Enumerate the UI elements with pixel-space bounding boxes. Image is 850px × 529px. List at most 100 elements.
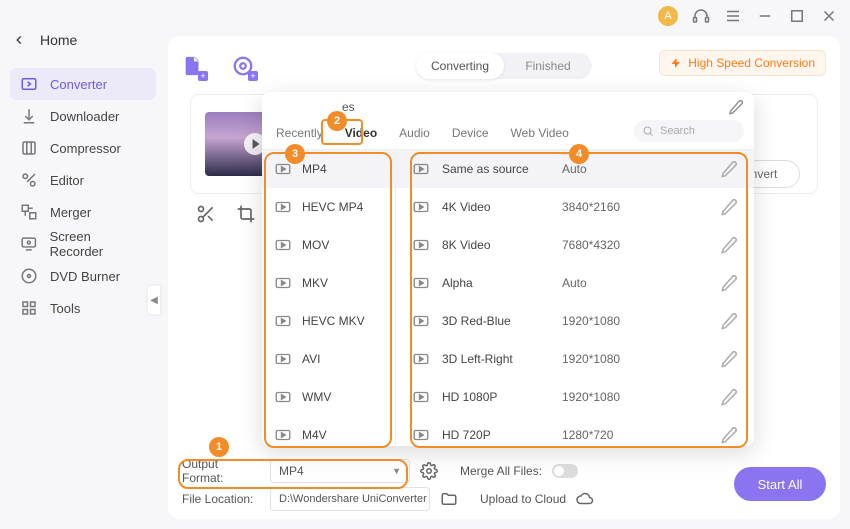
resolution-name: Alpha [442, 276, 562, 290]
edit-name-icon[interactable] [728, 99, 744, 115]
format-item[interactable]: AVI [262, 340, 395, 378]
resolution-list: Same as sourceAuto4K Video3840*21608K Vi… [396, 150, 754, 446]
file-location-select[interactable]: D:\Wondershare UniConverter 1 ▼ [270, 487, 430, 511]
edit-resolution-icon[interactable] [720, 160, 738, 178]
format-list: MP4HEVC MP4MOV MKV HEVC MKVAVI WMV M4V [262, 150, 396, 446]
search-placeholder: Search [660, 125, 695, 137]
format-label: WMV [302, 390, 331, 404]
resolution-item[interactable]: AlphaAuto [396, 264, 754, 302]
start-all-button[interactable]: Start All [734, 467, 826, 501]
format-item[interactable]: HEVC MP4 [262, 188, 395, 226]
resolution-name: 3D Red-Blue [442, 314, 562, 328]
merge-toggle[interactable] [552, 464, 578, 478]
resolution-dim: 1280*720 [562, 428, 720, 442]
bolt-icon [670, 57, 682, 69]
resolution-name: 8K Video [442, 238, 562, 252]
popover-title-fragment: es [342, 100, 355, 114]
format-item[interactable]: HEVC MKV [262, 302, 395, 340]
editor-icon [20, 171, 38, 189]
tab-audio[interactable]: Audio [397, 126, 432, 140]
resolution-icon [412, 350, 430, 368]
resolution-dim: 3840*2160 [562, 200, 720, 214]
sidebar-item-label: Compressor [50, 141, 121, 156]
sidebar-item-tools[interactable]: Tools [10, 292, 156, 324]
sidebar-item-dvd-burner[interactable]: DVD Burner [10, 260, 156, 292]
tab-recently[interactable]: Recently [274, 126, 325, 140]
format-item[interactable]: MP4 [262, 150, 395, 188]
crop-icon[interactable] [236, 204, 256, 224]
sidebar-item-downloader[interactable]: Downloader [10, 100, 156, 132]
sidebar-item-label: Downloader [50, 109, 119, 124]
format-icon [274, 274, 292, 292]
output-format-label: Output Format: [182, 457, 260, 485]
format-icon [274, 198, 292, 216]
sidebar-item-compressor[interactable]: Compressor [10, 132, 156, 164]
resolution-icon [412, 312, 430, 330]
upload-label: Upload to Cloud [480, 492, 566, 506]
format-item[interactable]: WMV [262, 378, 395, 416]
format-item[interactable]: M4V [262, 416, 395, 446]
home-label[interactable]: Home [40, 32, 77, 48]
resolution-item[interactable]: HD 1080P1920*1080 [396, 378, 754, 416]
resolution-icon [412, 236, 430, 254]
maximize-icon[interactable] [788, 7, 806, 25]
tab-web-video[interactable]: Web Video [509, 126, 571, 140]
resolution-item[interactable]: 8K Video7680*4320 [396, 226, 754, 264]
close-icon[interactable] [820, 7, 838, 25]
resolution-item[interactable]: HD 720P1280*720 [396, 416, 754, 446]
resolution-icon [412, 160, 430, 178]
edit-resolution-icon[interactable] [720, 350, 738, 368]
folder-icon[interactable] [440, 490, 458, 508]
sidebar-item-label: Merger [50, 205, 91, 220]
sidebar-item-label: Editor [50, 173, 84, 188]
edit-resolution-icon[interactable] [720, 236, 738, 254]
sidebar-item-screen-recorder[interactable]: Screen Recorder [10, 228, 156, 260]
resolution-item[interactable]: 3D Red-Blue1920*1080 [396, 302, 754, 340]
avatar-initial: A [664, 10, 671, 22]
merger-icon [20, 203, 38, 221]
format-icon [274, 160, 292, 178]
edit-resolution-icon[interactable] [720, 388, 738, 406]
add-file-button[interactable]: + [182, 55, 204, 77]
headset-icon[interactable] [692, 7, 710, 25]
format-icon [274, 236, 292, 254]
format-icon [274, 426, 292, 444]
sidebar-item-editor[interactable]: Editor [10, 164, 156, 196]
sidebar-item-label: Tools [50, 301, 80, 316]
compressor-icon [20, 139, 38, 157]
tab-converting[interactable]: Converting [416, 53, 504, 79]
hsc-label: High Speed Conversion [688, 56, 815, 70]
avatar[interactable]: A [658, 6, 678, 26]
high-speed-conversion-button[interactable]: High Speed Conversion [659, 50, 826, 76]
edit-resolution-icon[interactable] [720, 274, 738, 292]
trim-icon[interactable] [196, 204, 216, 224]
format-item[interactable]: MKV [262, 264, 395, 302]
edit-resolution-icon[interactable] [720, 198, 738, 216]
resolution-item[interactable]: Same as sourceAuto [396, 150, 754, 188]
resolution-dim: 1920*1080 [562, 314, 720, 328]
tab-video[interactable]: Video [343, 126, 379, 140]
collapse-sidebar-button[interactable]: ◀ [148, 286, 160, 314]
search-input[interactable]: Search [634, 120, 744, 142]
back-icon[interactable] [12, 33, 26, 47]
edit-resolution-icon[interactable] [720, 426, 738, 444]
tab-device[interactable]: Device [450, 126, 491, 140]
edit-resolution-icon[interactable] [720, 312, 738, 330]
sidebar-item-merger[interactable]: Merger [10, 196, 156, 228]
output-format-select[interactable]: MP4 ▼ [270, 459, 410, 483]
cloud-icon[interactable] [576, 490, 594, 508]
add-dvd-button[interactable]: + [232, 55, 254, 77]
settings-icon[interactable] [420, 462, 438, 480]
format-icon [274, 350, 292, 368]
format-popover: es Recently Video Audio Device Web Video… [262, 92, 754, 446]
sidebar-item-label: DVD Burner [50, 269, 120, 284]
chevron-down-icon: ▼ [392, 466, 401, 476]
menu-icon[interactable] [724, 7, 742, 25]
resolution-item[interactable]: 4K Video3840*2160 [396, 188, 754, 226]
sidebar-item-converter[interactable]: Converter [10, 68, 156, 100]
resolution-item[interactable]: 3D Left-Right1920*1080 [396, 340, 754, 378]
format-label: MKV [302, 276, 328, 290]
minimize-icon[interactable] [756, 7, 774, 25]
format-item[interactable]: MOV [262, 226, 395, 264]
tab-finished[interactable]: Finished [504, 53, 592, 79]
